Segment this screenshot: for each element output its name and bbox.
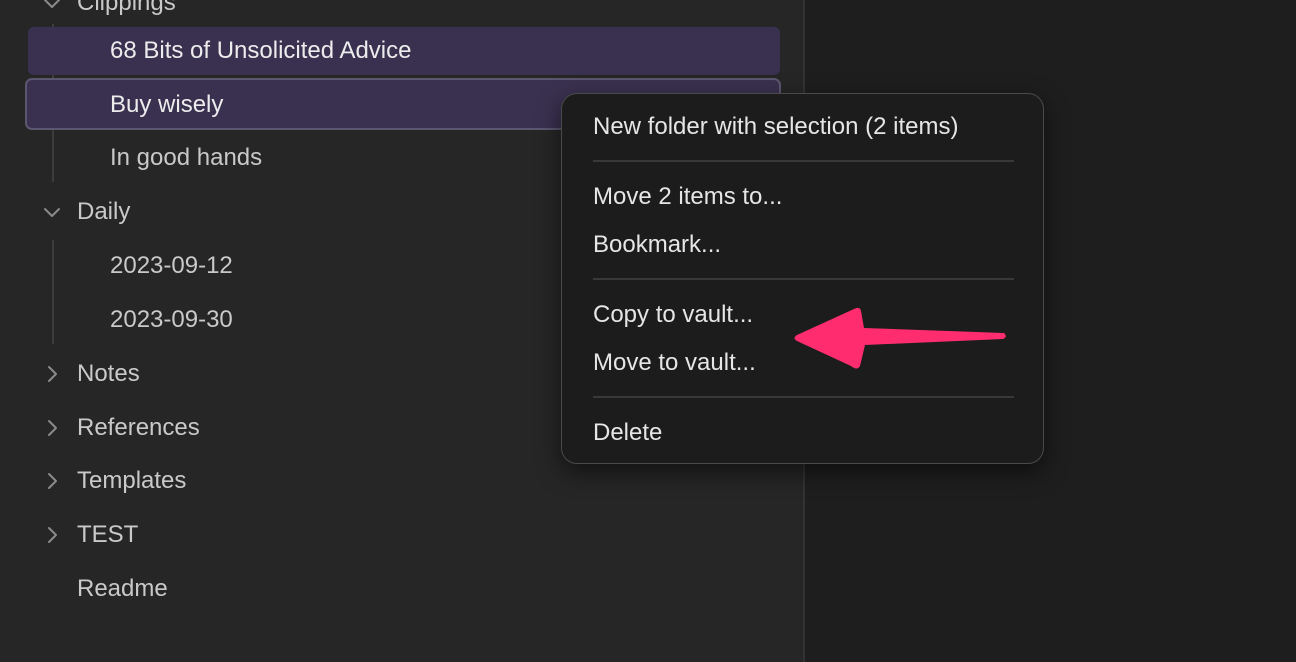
folder-label: TEST xyxy=(77,521,139,548)
file-buy-wisely[interactable]: Buy wisely xyxy=(110,82,223,128)
menu-item-new-folder-with-selection[interactable]: New folder with selection (2 items) xyxy=(593,107,958,147)
app-window: Clippings 68 Bits of Unsolicited Advice … xyxy=(0,0,1296,662)
menu-separator xyxy=(593,396,1014,398)
menu-item-label: Bookmark... xyxy=(593,231,722,258)
chevron-right-icon xyxy=(40,523,64,547)
file-readme[interactable]: Readme xyxy=(77,566,168,612)
file-label: 2023-09-30 xyxy=(110,306,233,333)
menu-item-label: New folder with selection (2 items) xyxy=(593,113,959,140)
chevron-right-icon xyxy=(40,469,64,493)
folder-notes[interactable]: Notes xyxy=(40,351,140,397)
folder-clippings[interactable]: Clippings xyxy=(40,0,176,26)
menu-separator xyxy=(593,278,1014,280)
folder-templates[interactable]: Templates xyxy=(40,458,186,504)
chevron-down-icon xyxy=(40,0,64,15)
folder-label: Notes xyxy=(77,360,140,387)
menu-separator xyxy=(593,160,1014,162)
menu-item-move-items[interactable]: Move 2 items to... xyxy=(593,177,782,217)
file-68-bits[interactable]: 68 Bits of Unsolicited Advice xyxy=(110,28,412,74)
file-label: 2023-09-12 xyxy=(110,252,233,279)
menu-item-bookmark[interactable]: Bookmark... xyxy=(593,225,721,265)
file-in-good-hands[interactable]: In good hands xyxy=(110,135,262,181)
folder-label: Templates xyxy=(77,467,187,494)
chevron-right-icon xyxy=(40,362,64,386)
indent-guide xyxy=(52,240,54,344)
menu-item-label: Move to vault... xyxy=(593,349,756,376)
file-2023-09-30[interactable]: 2023-09-30 xyxy=(110,297,233,343)
chevron-right-icon xyxy=(40,416,64,440)
menu-item-move-to-vault[interactable]: Move to vault... xyxy=(593,343,756,383)
context-menu: New folder with selection (2 items) Move… xyxy=(561,93,1044,464)
menu-item-label: Move 2 items to... xyxy=(593,183,783,210)
folder-label: References xyxy=(77,414,200,441)
folder-label: Clippings xyxy=(77,0,176,16)
file-label: In good hands xyxy=(110,144,263,171)
menu-item-label: Copy to vault... xyxy=(593,301,754,328)
folder-references[interactable]: References xyxy=(40,405,200,451)
file-label: Buy wisely xyxy=(110,91,224,118)
folder-test[interactable]: TEST xyxy=(40,512,138,558)
file-label: Readme xyxy=(77,575,168,602)
menu-item-copy-to-vault[interactable]: Copy to vault... xyxy=(593,295,753,335)
folder-daily[interactable]: Daily xyxy=(40,189,130,235)
chevron-down-icon xyxy=(40,200,64,224)
menu-item-label: Delete xyxy=(593,419,663,446)
menu-item-delete[interactable]: Delete xyxy=(593,413,662,453)
file-label: 68 Bits of Unsolicited Advice xyxy=(110,37,412,64)
file-2023-09-12[interactable]: 2023-09-12 xyxy=(110,243,233,289)
folder-label: Daily xyxy=(77,198,131,225)
